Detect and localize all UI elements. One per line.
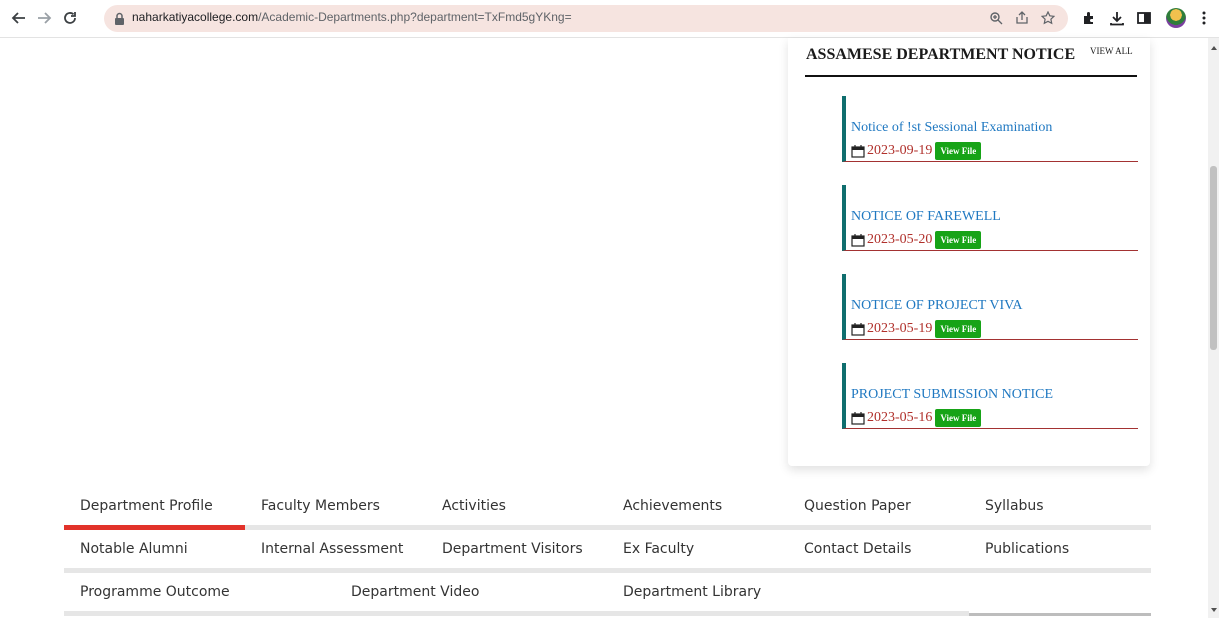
calendar-icon bbox=[851, 412, 865, 425]
menu-icon[interactable] bbox=[1195, 9, 1213, 27]
notice-title-link[interactable]: NOTICE OF FAREWELL bbox=[851, 209, 1001, 225]
tab-publications[interactable]: Publications bbox=[985, 534, 1069, 564]
extensions-icon[interactable] bbox=[1080, 9, 1098, 27]
page-scrollbar[interactable] bbox=[1208, 38, 1219, 618]
share-icon[interactable] bbox=[1014, 10, 1030, 26]
address-bar[interactable]: naharkatiyacollege.com/Academic-Departme… bbox=[104, 5, 1068, 32]
tab-department-profile[interactable]: Department Profile bbox=[80, 491, 213, 521]
tab-activities[interactable]: Activities bbox=[442, 491, 506, 521]
notice-item: PROJECT SUBMISSION NOTICE 2023-05-16 Vie… bbox=[842, 363, 1138, 429]
browser-toolbar: naharkatiyacollege.com/Academic-Departme… bbox=[0, 0, 1219, 38]
tab-question-paper[interactable]: Question Paper bbox=[804, 491, 911, 521]
reload-icon[interactable] bbox=[59, 7, 81, 29]
notice-item: NOTICE OF PROJECT VIVA 2023-05-19 View F… bbox=[842, 274, 1138, 340]
notice-title-link[interactable]: NOTICE OF PROJECT VIVA bbox=[851, 298, 1023, 314]
tab-row-end-divider bbox=[969, 613, 1151, 616]
notice-item: NOTICE OF FAREWELL 2023-05-20 View File bbox=[842, 185, 1138, 251]
notice-meta: 2023-05-19 View File bbox=[851, 320, 982, 338]
heading-divider bbox=[805, 75, 1137, 77]
calendar-icon bbox=[851, 323, 865, 336]
notice-meta: 2023-05-20 View File bbox=[851, 231, 982, 249]
url-domain: naharkatiyacollege.com bbox=[132, 10, 259, 24]
tab-achievements[interactable]: Achievements bbox=[623, 491, 722, 521]
notice-item: Notice of !st Sessional Examination 2023… bbox=[842, 96, 1138, 162]
view-all-link[interactable]: VIEW ALL bbox=[1090, 46, 1133, 56]
view-file-button[interactable]: View File bbox=[935, 409, 982, 427]
notice-meta: 2023-05-16 View File bbox=[851, 409, 982, 427]
scroll-up-icon[interactable] bbox=[1211, 46, 1217, 50]
notice-meta: 2023-09-19 View File bbox=[851, 142, 982, 160]
forward-icon[interactable] bbox=[33, 7, 55, 29]
back-icon[interactable] bbox=[8, 7, 30, 29]
tab-department-video[interactable]: Department Video bbox=[351, 577, 479, 607]
view-file-button[interactable]: View File bbox=[935, 231, 982, 249]
url-path: /Academic-Departments.php?department=TxF… bbox=[258, 10, 572, 24]
notice-date: 2023-09-19 bbox=[867, 143, 933, 158]
url-text[interactable]: naharkatiyacollege.com/Academic-Departme… bbox=[132, 10, 572, 24]
calendar-icon bbox=[851, 145, 865, 158]
tab-contact-details[interactable]: Contact Details bbox=[804, 534, 911, 564]
sidebar-icon[interactable] bbox=[1135, 9, 1153, 27]
tab-programme-outcome[interactable]: Programme Outcome bbox=[80, 577, 230, 607]
notice-date: 2023-05-16 bbox=[867, 410, 933, 425]
tab-syllabus[interactable]: Syllabus bbox=[985, 491, 1044, 521]
active-tab-indicator bbox=[64, 525, 245, 530]
star-icon[interactable] bbox=[1040, 10, 1056, 26]
department-notice-panel: ASSAMESE DEPARTMENT NOTICE VIEW ALL Noti… bbox=[788, 38, 1150, 466]
scroll-down-icon[interactable] bbox=[1211, 608, 1217, 612]
notice-heading: ASSAMESE DEPARTMENT NOTICE bbox=[806, 46, 1076, 63]
tab-department-visitors[interactable]: Department Visitors bbox=[442, 534, 583, 564]
notice-date: 2023-05-20 bbox=[867, 232, 933, 247]
tab-ex-faculty[interactable]: Ex Faculty bbox=[623, 534, 694, 564]
notice-title-link[interactable]: PROJECT SUBMISSION NOTICE bbox=[851, 387, 1053, 403]
view-file-button[interactable]: View File bbox=[935, 320, 982, 338]
notice-date: 2023-05-19 bbox=[867, 321, 933, 336]
lock-icon[interactable] bbox=[114, 12, 125, 25]
notice-title-link[interactable]: Notice of !st Sessional Examination bbox=[851, 120, 1052, 136]
tab-row-divider bbox=[64, 568, 1151, 573]
tab-internal-assessment[interactable]: Internal Assessment bbox=[261, 534, 403, 564]
view-file-button[interactable]: View File bbox=[935, 142, 982, 160]
zoom-icon[interactable] bbox=[988, 10, 1004, 26]
calendar-icon bbox=[851, 234, 865, 247]
tab-notable-alumni[interactable]: Notable Alumni bbox=[80, 534, 188, 564]
profile-icon[interactable] bbox=[1166, 8, 1186, 28]
tab-department-library[interactable]: Department Library bbox=[623, 577, 761, 607]
tab-faculty-members[interactable]: Faculty Members bbox=[261, 491, 380, 521]
scroll-thumb[interactable] bbox=[1210, 166, 1217, 350]
download-icon[interactable] bbox=[1108, 9, 1126, 27]
tab-row-divider bbox=[64, 611, 969, 616]
